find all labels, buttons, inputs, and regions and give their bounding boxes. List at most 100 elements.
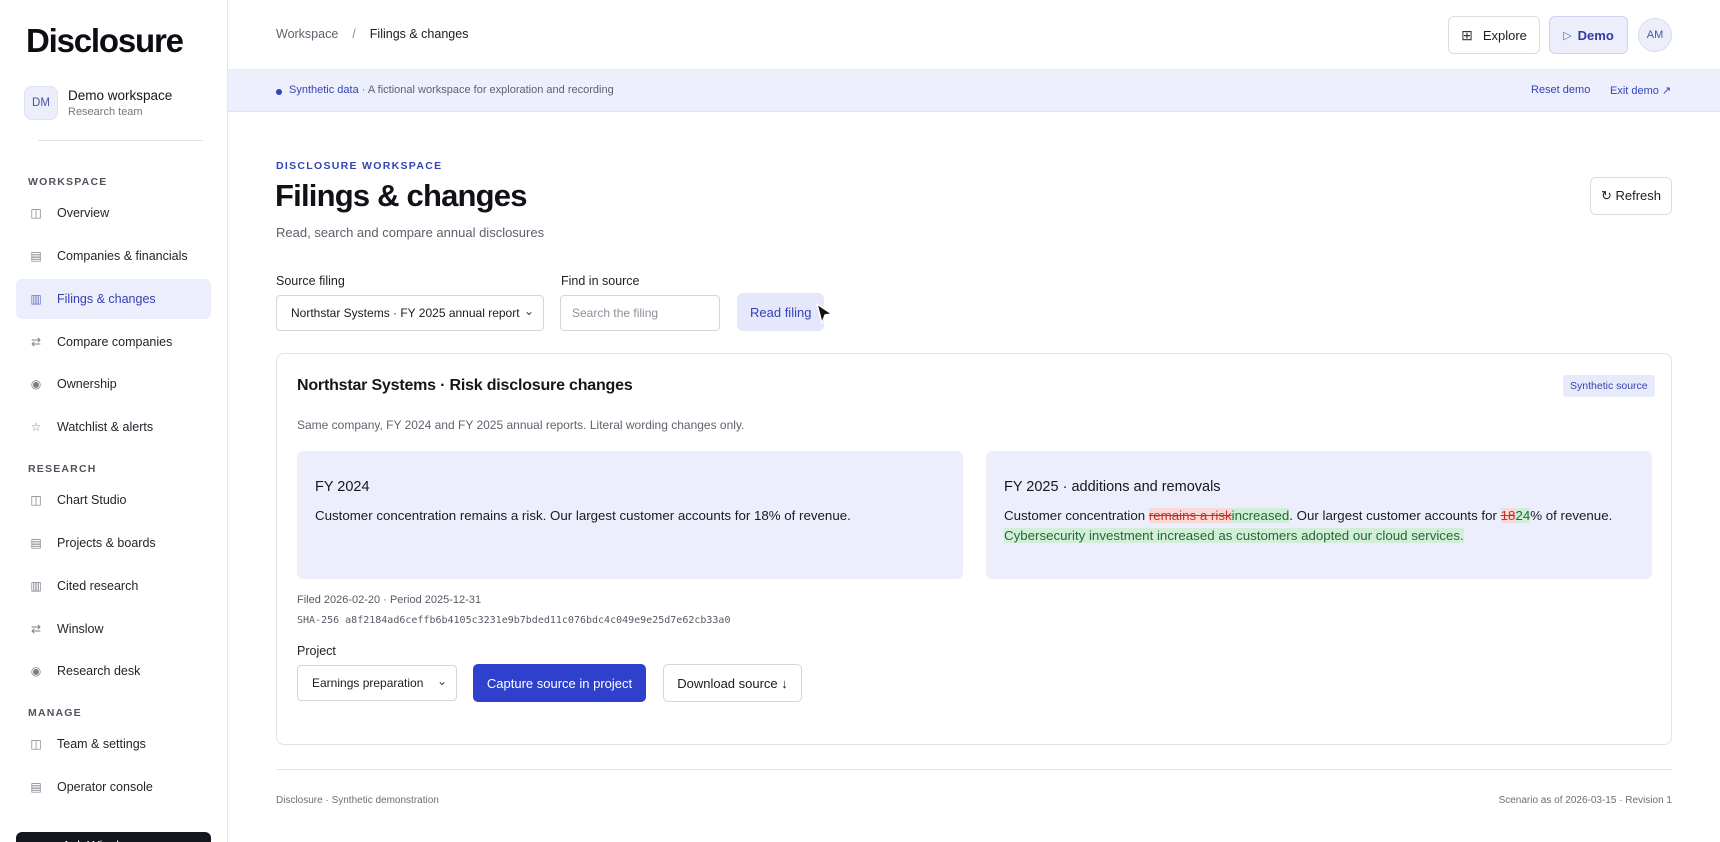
sidebar-item-label: Research desk — [57, 664, 141, 678]
sidebar-item-label: Watchlist & alerts — [57, 420, 154, 434]
grid-plus-icon: ⊞ — [1461, 26, 1473, 43]
sidebar-item-overview[interactable]: ◫ Overview — [16, 193, 211, 233]
grid-icon: ◫ — [30, 206, 42, 220]
banner-description: · A fictional workspace for exploration … — [358, 84, 614, 96]
banner-highlight: Synthetic data — [289, 84, 359, 96]
source-filing-label: Source filing — [276, 274, 345, 288]
capture-source-button[interactable]: Capture source in project — [473, 664, 646, 702]
fy2024-text: Customer concentration remains a risk. O… — [315, 508, 851, 523]
breadcrumb-separator: / — [352, 27, 356, 41]
diff-added: 24 — [1515, 508, 1531, 523]
sidebar-item-label: Ownership — [57, 377, 117, 391]
project-select[interactable]: Earnings preparation ⌄ — [297, 665, 457, 701]
project-value: Earnings preparation — [312, 676, 424, 690]
diff-unchanged: . Our largest customer accounts for — [1289, 508, 1501, 523]
demo-button[interactable]: ▷ Demo — [1549, 16, 1628, 54]
workspace-team: Research team — [68, 105, 143, 118]
sidebar-item-label: Winslow — [57, 622, 104, 636]
sidebar-item-research-desk[interactable]: ◉ Research desk — [16, 651, 211, 691]
fy2025-panel: FY 2025 · additions and removals Custome… — [986, 451, 1652, 579]
diff-removed: 18 — [1500, 508, 1516, 523]
diff-unchanged: Customer concentration — [1004, 508, 1149, 523]
sidebar-item-cited-research[interactable]: ▥ Cited research — [16, 566, 211, 606]
play-icon: ▷ — [1563, 29, 1572, 42]
sidebar-item-label: Overview — [57, 206, 110, 220]
synthetic-data-banner: Synthetic data · A fictional workspace f… — [228, 70, 1720, 112]
brand-logo[interactable]: Disclosure — [26, 22, 184, 60]
diff-added: Cybersecurity investment increased as cu… — [1004, 528, 1464, 543]
sidebar-item-ownership[interactable]: ◉ Ownership — [16, 364, 211, 404]
page-eyebrow: DISCLOSURE WORKSPACE — [276, 160, 443, 172]
sidebar-item-operator-console[interactable]: ▤ Operator console — [16, 767, 211, 807]
filing-hash: SHA-256 a8f2184ad6ceffb6b4105c3231e9b7bd… — [297, 615, 731, 626]
table-icon: ▤ — [30, 536, 42, 550]
demo-label: Demo — [1577, 27, 1614, 43]
sidebar-item-label: Filings & changes — [57, 292, 156, 306]
sidebar-item-projects[interactable]: ▤ Projects & boards — [16, 523, 211, 563]
workspace-avatar: DM — [24, 86, 58, 120]
sidebar-item-label: Team & settings — [57, 737, 146, 751]
section-heading-manage: MANAGE — [28, 707, 82, 719]
explore-button[interactable]: ⊞ Explore — [1448, 16, 1540, 54]
workspace-switcher[interactable]: DM Demo workspace Research team — [24, 86, 172, 120]
sidebar: Disclosure DM Demo workspace Research te… — [0, 0, 228, 842]
source-filing-select[interactable]: Northstar Systems · FY 2025 annual repor… — [276, 295, 544, 331]
table-icon: ▤ — [30, 249, 42, 263]
find-in-source-input[interactable] — [560, 295, 720, 331]
card-title: Northstar Systems · Risk disclosure chan… — [297, 377, 633, 394]
columns-icon: ▥ — [30, 292, 42, 306]
sidebar-item-label: Projects & boards — [57, 536, 156, 550]
star-icon: ☆ — [30, 420, 42, 434]
reset-demo-link[interactable]: Reset demo — [1531, 84, 1590, 96]
sidebar-item-companies[interactable]: ▤ Companies & financials — [16, 236, 211, 276]
sidebar-item-compare[interactable]: ⇄ Compare companies — [16, 322, 211, 362]
diff-added: increased — [1231, 508, 1290, 523]
fy2025-heading: FY 2025 · additions and removals — [1004, 479, 1221, 495]
exit-demo-link[interactable]: Exit demo ↗ — [1610, 84, 1671, 97]
project-label: Project — [297, 644, 336, 658]
columns-icon: ▥ — [30, 579, 42, 593]
filing-dates: Filed 2026-02-20 · Period 2025-12-31 — [297, 594, 482, 606]
footer-left-text: Disclosure · Synthetic demonstration — [276, 795, 439, 806]
sidebar-item-chart-studio[interactable]: ◫ Chart Studio — [16, 480, 211, 520]
page-title: Filings & changes — [275, 178, 527, 213]
sidebar-item-winslow[interactable]: ⇄ Winslow — [16, 609, 211, 649]
breadcrumb-workspace[interactable]: Workspace — [276, 27, 338, 41]
risk-changes-card: Northstar Systems · Risk disclosure chan… — [276, 353, 1672, 745]
diff-removed: remains a risk — [1148, 508, 1232, 523]
table-icon: ▤ — [30, 780, 42, 794]
breadcrumb-current: Filings & changes — [369, 27, 469, 41]
page-subtitle: Read, search and compare annual disclosu… — [276, 225, 545, 240]
ask-winslow-button[interactable]: Ask Winslow — [16, 832, 211, 842]
fy2024-heading: FY 2024 — [315, 479, 370, 495]
workspace-name: Demo workspace — [68, 87, 173, 103]
footer-right-text: Scenario as of 2026-03-15 · Revision 1 — [1498, 795, 1672, 806]
sidebar-item-label: Operator console — [57, 780, 153, 794]
sidebar-item-label: Companies & financials — [57, 249, 188, 263]
find-in-source-label: Find in source — [561, 274, 640, 288]
footer-divider — [276, 769, 1672, 770]
read-filing-button[interactable]: Read filing — [737, 293, 824, 331]
sidebar-item-label: Chart Studio — [57, 493, 127, 507]
refresh-button[interactable]: ↻ Refresh — [1590, 177, 1672, 215]
fy2025-text: Customer concentration remains a riskinc… — [1004, 506, 1634, 546]
grid-icon: ◫ — [30, 737, 42, 751]
sidebar-item-watchlist[interactable]: ☆ Watchlist & alerts — [16, 407, 211, 447]
fy2024-panel: FY 2024 Customer concentration remains a… — [297, 451, 963, 579]
section-heading-workspace: WORKSPACE — [28, 176, 108, 188]
synthetic-source-badge: Synthetic source — [1563, 375, 1655, 397]
sidebar-item-filings[interactable]: ▥ Filings & changes — [16, 279, 211, 319]
sidebar-item-team-settings[interactable]: ◫ Team & settings — [16, 724, 211, 764]
mouse-cursor-icon — [816, 303, 833, 324]
section-heading-research: RESEARCH — [28, 463, 97, 475]
diff-unchanged: % of revenue. — [1530, 508, 1613, 523]
user-avatar[interactable]: AM — [1638, 18, 1672, 52]
sidebar-item-label: Compare companies — [57, 335, 173, 349]
chevron-down-icon: ⌄ — [523, 304, 534, 318]
swap-icon: ⇄ — [30, 622, 42, 636]
swap-icon: ⇄ — [30, 335, 42, 349]
explore-label: Explore — [1482, 27, 1527, 43]
top-bar: Workspace / Filings & changes ⊞ Explore … — [228, 0, 1720, 70]
download-source-button[interactable]: Download source ↓ — [663, 664, 802, 702]
chevron-down-icon: ⌄ — [436, 674, 447, 688]
